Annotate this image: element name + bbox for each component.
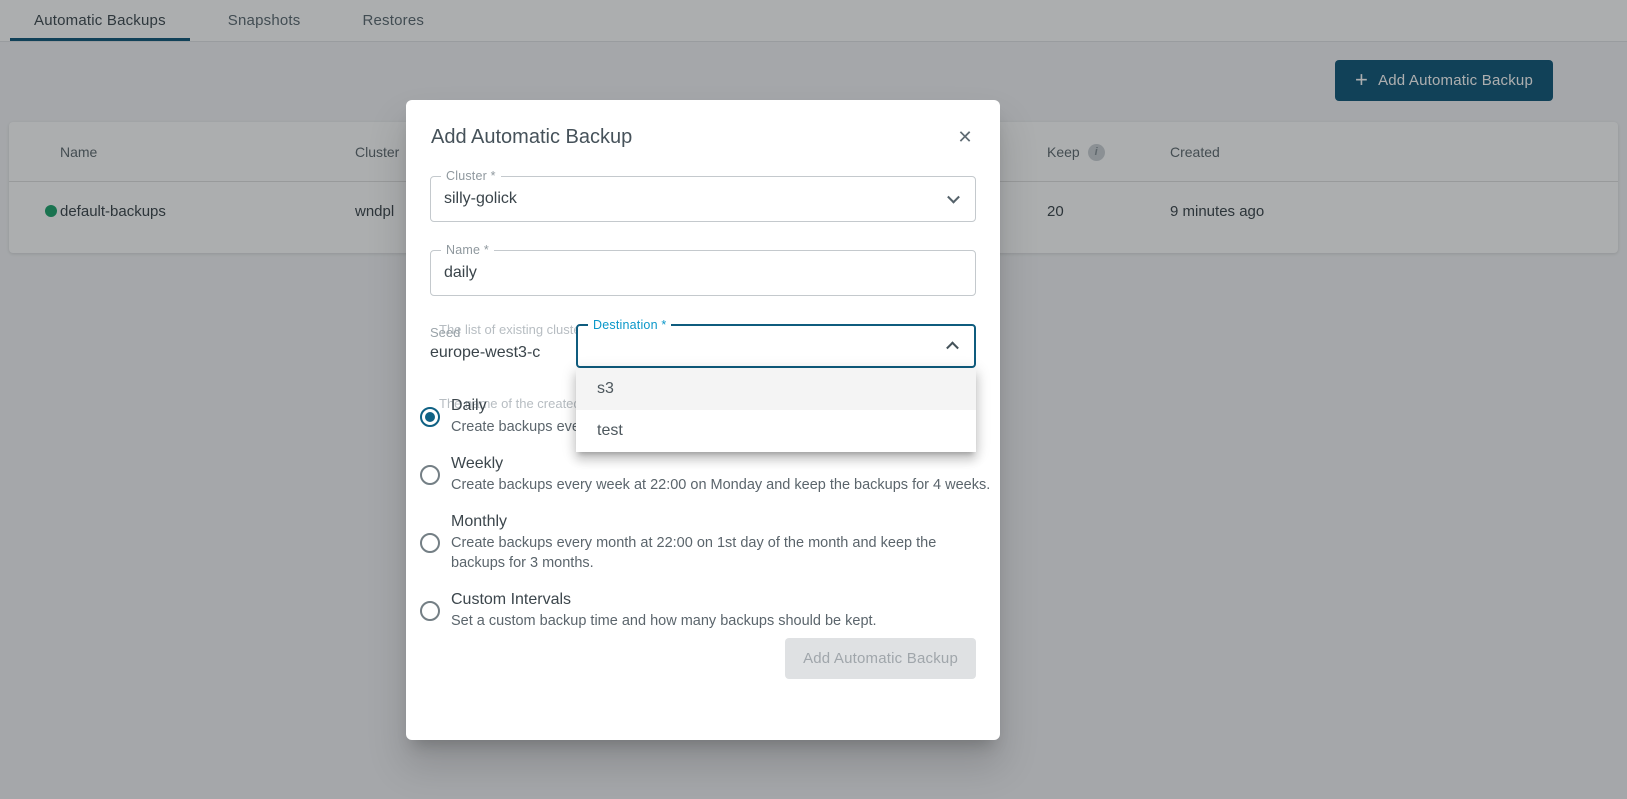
- menu-option-s3[interactable]: s3: [576, 368, 976, 410]
- chevron-up-icon: [946, 341, 959, 354]
- radio-description: Create backups every month at 22:00 on 1…: [451, 533, 991, 573]
- radio-icon[interactable]: [420, 533, 440, 553]
- menu-option-test[interactable]: test: [576, 410, 976, 452]
- name-value: daily: [444, 251, 477, 295]
- radio-label: Custom Intervals: [451, 590, 991, 610]
- destination-label: Destination *: [588, 318, 671, 332]
- seed-label: Seed: [430, 325, 460, 340]
- destination-options-menu: s3 test: [576, 368, 976, 452]
- radio-description: Set a custom backup time and how many ba…: [451, 611, 991, 631]
- add-backup-dialog: Add Automatic Backup ✕ Cluster * silly-g…: [406, 100, 1000, 740]
- radio-label: Monthly: [451, 512, 991, 532]
- cluster-value: silly-golick: [444, 177, 517, 221]
- radio-icon[interactable]: [420, 465, 440, 485]
- cluster-select[interactable]: Cluster * silly-golick: [430, 176, 976, 222]
- dialog-title: Add Automatic Backup: [431, 126, 632, 149]
- radio-icon[interactable]: [420, 601, 440, 621]
- seed-value: europe-west3-c: [430, 344, 540, 362]
- radio-option-weekly[interactable]: Weekly Create backups every week at 22:0…: [420, 454, 991, 495]
- close-icon[interactable]: ✕: [952, 124, 978, 150]
- radio-selected-icon[interactable]: [420, 407, 440, 427]
- app-root: Automatic Backups Snapshots Restores + A…: [0, 0, 1627, 799]
- radio-label: Weekly: [451, 454, 991, 474]
- destination-select[interactable]: Destination *: [576, 324, 976, 368]
- radio-option-custom-intervals[interactable]: Custom Intervals Set a custom backup tim…: [420, 590, 991, 631]
- submit-add-backup-button[interactable]: Add Automatic Backup: [785, 638, 976, 679]
- radio-option-monthly[interactable]: Monthly Create backups every month at 22…: [420, 512, 991, 573]
- name-field[interactable]: Name * daily: [430, 250, 976, 296]
- radio-description: Create backups every week at 22:00 on Mo…: [451, 475, 991, 495]
- chevron-down-icon: [947, 191, 960, 204]
